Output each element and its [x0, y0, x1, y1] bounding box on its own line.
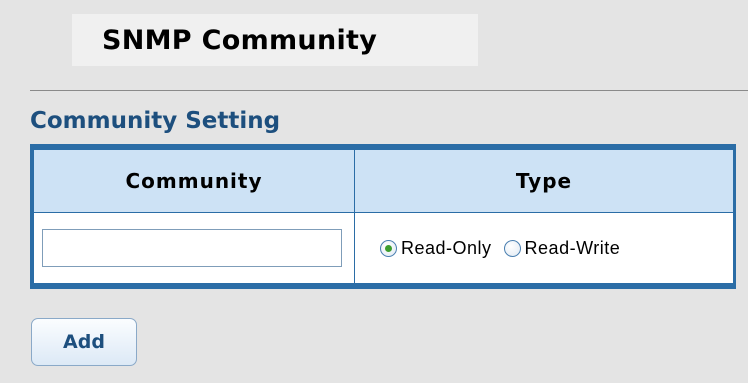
- community-setting-table-frame: Community Type Read-Only Read-Write: [30, 144, 736, 289]
- column-header-type: Type: [354, 149, 734, 213]
- read-write-label: Read-Write: [524, 237, 621, 258]
- page-title-box: SNMP Community: [72, 14, 478, 66]
- community-cell: [33, 212, 355, 284]
- read-only-label: Read-Only: [401, 237, 492, 258]
- read-write-radio[interactable]: [503, 239, 521, 257]
- page-title: SNMP Community: [102, 24, 378, 56]
- section-title: Community Setting: [30, 108, 281, 134]
- add-button[interactable]: Add: [31, 318, 137, 366]
- read-write-radio-option[interactable]: Read-Write: [503, 237, 621, 259]
- read-only-radio[interactable]: [380, 239, 397, 257]
- title-divider: [30, 90, 748, 91]
- table-row: Read-Only Read-Write: [33, 212, 734, 284]
- table-header-row: Community Type: [33, 149, 734, 213]
- radio-selected-dot: [385, 244, 392, 252]
- community-setting-table: Community Type Read-Only Read-Write: [33, 149, 734, 284]
- community-input[interactable]: [42, 229, 342, 267]
- read-only-radio-option[interactable]: Read-Only: [380, 238, 492, 259]
- column-header-community: Community: [33, 149, 355, 213]
- type-cell: Read-Only Read-Write: [354, 212, 734, 284]
